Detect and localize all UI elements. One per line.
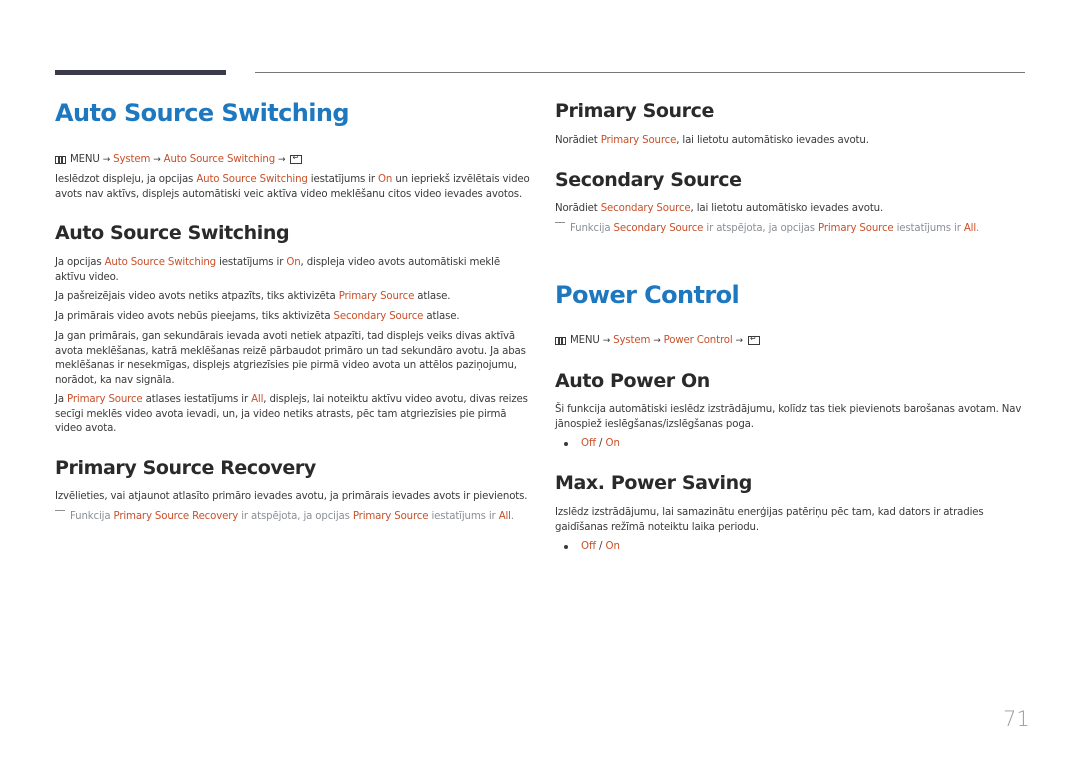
highlight: All bbox=[498, 511, 511, 522]
bullet-icon bbox=[564, 441, 568, 446]
heading-primary-source: Primary Source bbox=[555, 100, 714, 122]
highlight: Primary Source bbox=[818, 223, 894, 234]
heading-max-power-saving: Max. Power Saving bbox=[555, 472, 752, 494]
bullet-icon bbox=[564, 544, 568, 549]
text: Ieslēdzot displeju, ja opcijas bbox=[55, 174, 197, 185]
paragraph: Izslēdz izstrādājumu, lai samazinātu ene… bbox=[555, 507, 984, 533]
note-dash-icon bbox=[55, 510, 65, 511]
heading-secondary-source: Secondary Source bbox=[555, 169, 742, 191]
enter-icon bbox=[747, 334, 760, 345]
note: Funkcija Secondary Source ir atspējota, … bbox=[555, 222, 979, 237]
text: iestatījums ir bbox=[216, 257, 287, 268]
text: Ja bbox=[55, 394, 68, 405]
separator: / bbox=[599, 438, 603, 449]
intro-paragraph: Ieslēdzot displeju, ja opcijas Auto Sour… bbox=[55, 173, 530, 202]
highlight: Primary Source Recovery bbox=[113, 511, 239, 522]
text: atlase. bbox=[423, 311, 460, 322]
text: ir atspējota, ja opcijas bbox=[703, 223, 819, 234]
option-off: Off bbox=[581, 438, 597, 449]
highlight: Auto Source Switching bbox=[196, 174, 308, 185]
option-list-auto-power-on: Off / On bbox=[555, 438, 620, 449]
text: Norādiet bbox=[555, 203, 601, 214]
highlight: Secondary Source bbox=[613, 223, 704, 234]
arrow-icon: → bbox=[602, 335, 611, 346]
header-rule bbox=[255, 72, 1025, 73]
text: . bbox=[976, 223, 980, 234]
menu-label: MENU bbox=[570, 335, 600, 346]
paragraph: Ja primārais video avots nebūs pieejams,… bbox=[55, 310, 530, 325]
menu-icon bbox=[555, 336, 566, 345]
header-accent-bar bbox=[55, 70, 226, 75]
highlight: On bbox=[378, 174, 393, 185]
separator: / bbox=[599, 541, 603, 552]
option-list-max-power-saving: Off / On bbox=[555, 541, 620, 552]
menu-path-item[interactable]: Power Control bbox=[664, 335, 733, 346]
menu-label: MENU bbox=[70, 154, 100, 165]
highlight: Primary Source bbox=[600, 135, 677, 146]
text: , lai lietotu automātisko ievades avotu. bbox=[690, 203, 884, 214]
option-off: Off bbox=[581, 541, 597, 552]
highlight: On bbox=[286, 257, 301, 268]
text: atlases iestatījums ir bbox=[142, 394, 252, 405]
text: iestatījums ir bbox=[307, 174, 379, 185]
text: Ja primārais video avots nebūs pieejams,… bbox=[55, 311, 334, 322]
heading-auto-source-switching: Auto Source Switching bbox=[55, 222, 290, 244]
highlight: Secondary Source bbox=[333, 311, 424, 322]
page-number: 71 bbox=[1003, 707, 1030, 731]
text: atlase. bbox=[414, 291, 451, 302]
menu-path: MENU → System → Auto Source Switching → bbox=[55, 153, 303, 165]
text: iestatījums ir bbox=[428, 511, 499, 522]
highlight: All bbox=[963, 223, 977, 234]
highlight: Auto Source Switching bbox=[104, 257, 217, 268]
note-dash-icon bbox=[555, 222, 565, 223]
highlight: Secondary Source bbox=[600, 203, 691, 214]
highlight: Primary Source bbox=[352, 511, 429, 522]
text: Ja pašreizējais video avots netiks atpaz… bbox=[55, 291, 339, 302]
heading-primary-source-recovery: Primary Source Recovery bbox=[55, 457, 316, 479]
text: ir atspējota, ja opcijas bbox=[238, 511, 353, 522]
paragraph: Ja opcijas Auto Source Switching iestatī… bbox=[55, 256, 515, 285]
text: Funkcija bbox=[570, 223, 614, 234]
text: Funkcija bbox=[70, 511, 114, 522]
highlight: Primary Source bbox=[67, 394, 143, 405]
paragraph: Izvēlieties, vai atjaunot atlasīto primā… bbox=[55, 491, 528, 502]
heading-auto-power-on: Auto Power On bbox=[555, 370, 710, 392]
text: Ja opcijas bbox=[55, 257, 105, 268]
menu-path-item[interactable]: System bbox=[113, 154, 150, 165]
arrow-icon: → bbox=[735, 335, 744, 346]
menu-path-item[interactable]: System bbox=[613, 335, 650, 346]
arrow-icon: → bbox=[278, 154, 286, 165]
note: Funkcija Primary Source Recovery ir atsp… bbox=[55, 510, 514, 525]
paragraph: Ja pašreizējais video avots netiks atpaz… bbox=[55, 290, 530, 305]
arrow-icon: → bbox=[653, 335, 661, 346]
option-on: On bbox=[605, 541, 620, 552]
arrow-icon: → bbox=[102, 154, 111, 165]
section-title-power-control: Power Control bbox=[555, 281, 740, 309]
section-title-auto-source-switching: Auto Source Switching bbox=[55, 99, 350, 127]
highlight: Primary Source bbox=[338, 291, 415, 302]
text: , lai lietotu automātisko ievades avotu. bbox=[676, 135, 869, 146]
menu-path-item[interactable]: Auto Source Switching bbox=[164, 154, 276, 165]
option-on: On bbox=[605, 438, 620, 449]
text: . bbox=[510, 511, 514, 522]
paragraph: Ši funkcija automātiski ieslēdz izstrādā… bbox=[555, 404, 1022, 430]
text: iestatījums ir bbox=[893, 223, 964, 234]
arrow-icon: → bbox=[153, 154, 161, 165]
paragraph: Norādiet Secondary Source, lai lietotu a… bbox=[555, 202, 883, 217]
paragraph: Norādiet Primary Source, lai lietotu aut… bbox=[555, 134, 869, 149]
menu-path: MENU → System → Power Control → bbox=[555, 334, 760, 346]
menu-icon bbox=[55, 155, 66, 164]
enter-icon bbox=[290, 153, 303, 164]
highlight: All bbox=[251, 394, 264, 405]
text: Norādiet bbox=[555, 135, 601, 146]
paragraph: Ja gan primārais, gan sekundārais ievada… bbox=[55, 331, 526, 386]
paragraph: Ja Primary Source atlases iestatījums ir… bbox=[55, 393, 530, 437]
